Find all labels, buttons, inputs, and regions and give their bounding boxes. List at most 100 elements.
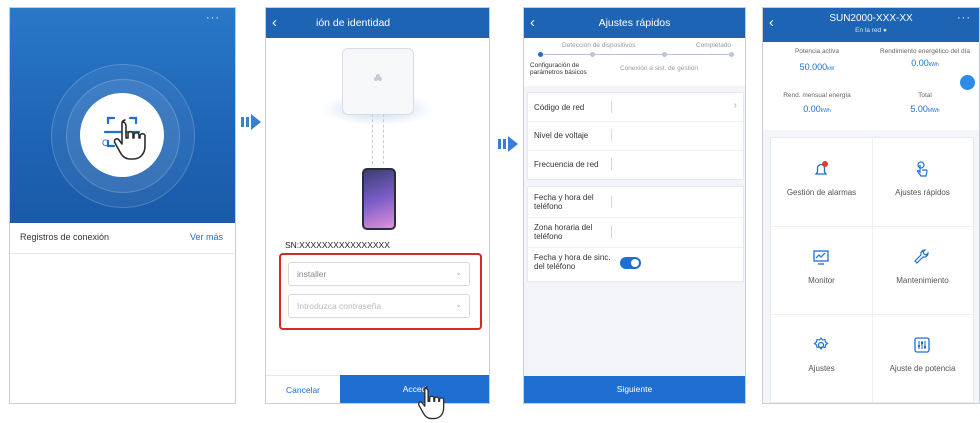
quick-settings-header: ‹ Ajustes rápidos [524, 8, 745, 38]
row-separator [611, 129, 612, 141]
phone-device-home-screen: ‹ SUN2000-XXX-XX En la red ● ··· Potenci… [763, 8, 979, 403]
scan-label: C [102, 138, 109, 148]
menu-alarm-management[interactable]: Gestión de alarmas [771, 138, 873, 227]
grid-code-row[interactable]: Código de red › [528, 93, 743, 122]
scan-hero: ··· C [10, 8, 235, 223]
password-placeholder: Introduzca contraseña [297, 301, 382, 311]
connection-history-row: Registros de conexión Ver más [10, 223, 235, 254]
step-arrow-icon [498, 136, 518, 152]
menu-label: Monitor [808, 276, 835, 285]
username-field[interactable]: installer ⌄ [288, 262, 470, 286]
gear-icon [813, 337, 829, 350]
grid-frequency-row[interactable]: Frecuencia de red [528, 150, 743, 179]
menu-quick-settings[interactable]: Ajustes rápidos [872, 138, 973, 227]
quick-settings-title: Ajustes rápidos [598, 17, 671, 29]
back-icon[interactable]: ‹ [272, 14, 277, 31]
device-title: SUN2000-XXX-XX [829, 13, 913, 24]
step-completed: Completado [696, 42, 732, 49]
sync-time-row: Fecha y hora de sinc. del teléfono [528, 247, 743, 281]
progress-track [538, 54, 734, 55]
grid-params-card: Código de red › Nivel de voltaje Frecuen… [527, 92, 744, 180]
row-separator [611, 196, 612, 208]
more-menu-icon[interactable]: ··· [957, 12, 971, 24]
time-settings-card: Fecha y hora del teléfono Zona horaria d… [527, 186, 744, 282]
monitor-icon [813, 250, 829, 265]
step-dot-1 [538, 52, 543, 57]
stat-value: 0.00kWh [911, 58, 939, 68]
voltage-level-label: Nivel de voltaje [534, 131, 589, 140]
phone-identity-screen: ‹ ión de identidad SN:XXXXXXXXXXXXXXXX i… [266, 8, 489, 403]
step-dot-2 [590, 52, 595, 57]
view-more-link[interactable]: Ver más [190, 232, 223, 242]
phone-timezone-row[interactable]: Zona horaria del teléfono [528, 217, 743, 248]
stat-label: Rendimiento energético del día [880, 48, 970, 55]
grid-frequency-label: Frecuencia de red [534, 160, 599, 169]
chevron-right-icon: › [733, 100, 737, 111]
row-separator [611, 101, 612, 113]
function-grid: Gestión de alarmas Ajustes rápidos Monit… [770, 137, 974, 403]
voltage-level-row[interactable]: Nivel de voltaje [528, 121, 743, 151]
menu-power-adjustment[interactable]: Ajuste de potencia [872, 314, 973, 402]
phone-datetime-row[interactable]: Fecha y hora del teléfono [528, 187, 743, 218]
smartphone-image [362, 168, 396, 230]
device-status: En la red ● [855, 27, 887, 34]
menu-maintenance[interactable]: Mantenimiento [872, 226, 973, 315]
phone-timezone-label: Zona horaria del teléfono [534, 223, 593, 241]
step-dot-3 [662, 52, 667, 57]
wrench-icon [914, 249, 929, 264]
username-value: installer [297, 269, 327, 279]
stat-daily-yield: Rendimiento energético del día 0.00kWh [871, 48, 979, 68]
step-dot-4 [729, 52, 734, 57]
more-menu-icon[interactable]: ··· [206, 12, 220, 24]
grid-code-label: Código de red [534, 103, 585, 112]
sync-time-label: Fecha y hora de sinc. del teléfono [534, 253, 611, 271]
sync-time-toggle[interactable] [620, 257, 641, 269]
stat-label: Potencia activa [794, 48, 840, 55]
menu-settings[interactable]: Ajustes [771, 314, 873, 402]
row-separator [611, 158, 612, 170]
step-management-connection: Conexión a sist. de gestión [620, 65, 699, 72]
step-basic-params: Configuración de parámetros básicos [530, 62, 587, 76]
chevron-down-icon[interactable]: ⌄ [455, 300, 462, 309]
next-button[interactable]: Siguiente [524, 376, 745, 403]
stat-active-power: Potencia activa 50.000kW [763, 48, 871, 72]
phone-quick-settings-screen: ‹ Ajustes rápidos Detección de dispositi… [524, 8, 745, 403]
device-header: ‹ SUN2000-XXX-XX En la red ● ··· [763, 8, 979, 42]
stats-panel: Potencia activa 50.000kW Rendimiento ene… [763, 42, 979, 130]
stat-value: 0.00kWh [803, 104, 831, 114]
inverter-logo-icon [374, 74, 382, 81]
phone-connection-screen: ··· C Registros de conexión Ver más [10, 8, 235, 403]
connection-history-label: Registros de conexión [20, 232, 110, 242]
stat-value: 50.000kW [799, 62, 835, 72]
assistant-fab-icon[interactable] [960, 75, 975, 90]
stat-value: 5.00MWh [910, 104, 940, 114]
identity-actions: Cancelar Acced [266, 375, 489, 403]
chevron-down-icon[interactable]: ⌄ [455, 268, 462, 277]
stat-label: Rend. mensual energía [783, 92, 851, 99]
password-field[interactable]: Introduzca contraseña ⌄ [288, 294, 470, 318]
tap-hand-icon [113, 119, 146, 160]
inverter-device-image [342, 48, 414, 115]
menu-label: Ajustes [808, 364, 835, 373]
identity-title: ión de identidad [316, 17, 391, 29]
sliders-icon [914, 337, 930, 353]
step-device-detection: Detección de dispositivos [562, 42, 636, 49]
menu-label: Gestión de alarmas [786, 188, 857, 197]
serial-number-text: SN:XXXXXXXXXXXXXXXX [285, 240, 390, 250]
stat-total-yield: Total 5.00MWh [871, 92, 979, 114]
menu-label: Ajustes rápidos [895, 188, 950, 197]
row-separator [611, 226, 612, 238]
phone-datetime-label: Fecha y hora del teléfono [534, 193, 594, 211]
identity-header: ‹ ión de identidad [266, 8, 489, 38]
cancel-button[interactable]: Cancelar [266, 375, 340, 403]
stat-label: Total [918, 92, 932, 99]
alarm-icon [814, 161, 828, 175]
connection-beam [372, 114, 384, 164]
step-arrow-icon [241, 114, 261, 130]
wizard-steps: Detección de dispositivos Completado Con… [524, 38, 745, 86]
stat-monthly-yield: Rend. mensual energía 0.00kWh [763, 92, 871, 114]
touch-icon [916, 161, 928, 177]
tap-hand-icon [418, 385, 445, 420]
menu-label: Ajuste de potencia [889, 364, 956, 373]
menu-monitor[interactable]: Monitor [771, 226, 873, 315]
